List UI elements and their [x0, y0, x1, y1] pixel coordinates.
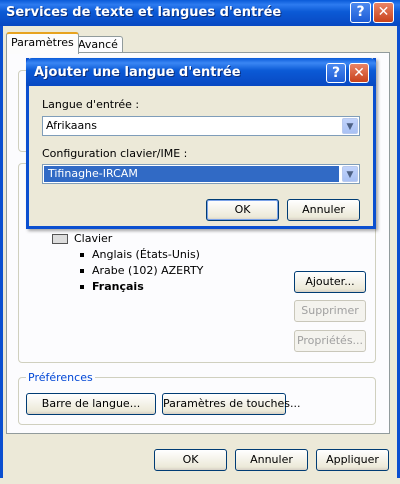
dialog-ok-button[interactable]: OK [206, 199, 279, 221]
bullet-icon [80, 285, 84, 289]
bullet-icon [80, 269, 84, 273]
keyboard-category-label: Clavier [74, 232, 113, 245]
input-language-label: Langue d'entrée : [42, 98, 140, 111]
help-icon: ? [356, 4, 365, 20]
chevron-down-icon[interactable]: ▼ [342, 166, 358, 182]
window-bottom-border [0, 478, 400, 484]
tab-parametres[interactable]: Paramètres [6, 32, 79, 54]
keyboard-layout-value: Tifinaghe-IRCAM [44, 166, 339, 182]
close-icon: ✕ [353, 65, 365, 81]
keyboard-icon [52, 234, 68, 244]
properties-button[interactable]: Propriétés... [294, 330, 366, 352]
add-button[interactable]: Ajouter... [294, 271, 366, 293]
dialog-help-button[interactable]: ? [326, 63, 346, 83]
bullet-icon [80, 253, 84, 257]
help-icon: ? [331, 65, 341, 81]
installed-services-list[interactable]: Clavier Anglais (États-Unis) Arabe (102)… [52, 232, 282, 302]
preferences-title: Préférences [26, 371, 95, 384]
dialog-cancel-button[interactable]: Annuler [287, 199, 360, 221]
help-button[interactable]: ? [350, 2, 371, 23]
list-item[interactable]: Arabe (102) AZERTY [92, 264, 203, 277]
ok-button[interactable]: OK [154, 449, 227, 471]
input-language-value: Afrikaans [46, 119, 97, 132]
keyboard-layout-label: Configuration clavier/IME : [42, 147, 188, 160]
key-settings-button[interactable]: Paramètres de touches... [162, 393, 300, 415]
apply-button[interactable]: Appliquer [316, 449, 389, 471]
list-item-selected[interactable]: Français [92, 280, 144, 293]
cancel-button[interactable]: Annuler [235, 449, 308, 471]
language-bar-button[interactable]: Barre de langue... [26, 393, 156, 415]
input-language-select[interactable]: Afrikaans ▼ [42, 116, 360, 136]
close-button[interactable]: ✕ [373, 2, 394, 23]
close-icon: ✕ [377, 4, 390, 20]
chevron-down-icon[interactable]: ▼ [342, 118, 358, 134]
dialog-close-button[interactable]: ✕ [349, 63, 369, 83]
remove-button[interactable]: Supprimer [294, 300, 366, 322]
dialog-title: Ajouter une langue d'entrée [34, 65, 241, 80]
list-item[interactable]: Anglais (États-Unis) [92, 248, 200, 261]
window-title: Services de texte et langues d'entrée [6, 5, 282, 20]
keyboard-layout-select[interactable]: Tifinaghe-IRCAM ▼ [42, 164, 360, 184]
tab-avance[interactable]: Avancé [73, 36, 123, 53]
